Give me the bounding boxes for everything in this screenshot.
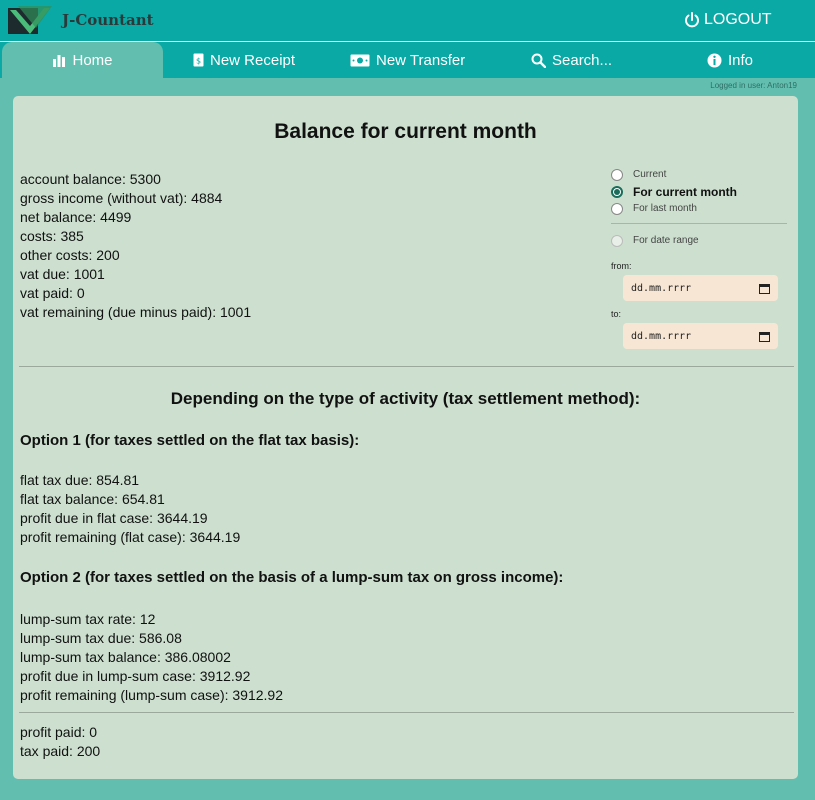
profit-due-lump-sum: profit due in lump-sum case: 3912.92 (20, 668, 251, 684)
profit-paid: profit paid: 0 (20, 724, 98, 740)
money-icon (350, 54, 370, 66)
tab-new-transfer-label: New Transfer (376, 51, 466, 69)
from-label: from: (611, 261, 632, 271)
stat-vat-remaining: vat remaining (due minus paid): 1001 (20, 304, 252, 320)
profit-remaining-flat: profit remaining (flat case): 3644.19 (20, 529, 241, 545)
stat-costs: costs: 385 (20, 228, 84, 244)
tab-new-receipt-label: New Receipt (210, 51, 296, 69)
radio-button[interactable] (611, 202, 623, 215)
logout-label: LOGOUT (704, 11, 772, 28)
top-bar: J-Countant LOGOUT (0, 0, 815, 42)
tab-info[interactable]: Info (707, 42, 753, 78)
option1-title: Option 1 (for taxes settled on the flat … (20, 432, 360, 449)
calendar-icon[interactable] (759, 283, 770, 294)
receipt-icon: $ (193, 53, 204, 67)
profit-remaining-lump-sum: profit remaining (lump-sum case): 3912.9… (20, 687, 284, 703)
radio-date-range[interactable]: For date range (611, 232, 787, 249)
option1-details: flat tax due: 854.81 flat tax balance: 6… (20, 471, 240, 547)
stat-vat-due: vat due: 1001 (20, 266, 105, 282)
lump-sum-due: lump-sum tax due: 586.08 (20, 630, 182, 646)
power-icon (685, 12, 699, 28)
to-date-input[interactable]: dd.mm.rrrr (623, 323, 778, 349)
nav-bar: Home $ New Receipt New Transfer Search..… (0, 42, 815, 78)
stat-gross-income: gross income (without vat): 4884 (20, 190, 223, 206)
from-date-placeholder: dd.mm.rrrr (631, 282, 692, 294)
logout-button[interactable]: LOGOUT (684, 11, 772, 29)
lump-sum-rate: lump-sum tax rate: 12 (20, 611, 156, 627)
logged-in-user: Logged in user: Anton19 (710, 81, 797, 90)
tab-home-label: Home (72, 51, 113, 69)
radio-last-month[interactable]: For last month (611, 200, 787, 217)
app-logo (8, 6, 52, 34)
to-date-placeholder: dd.mm.rrrr (631, 330, 692, 342)
section-divider (19, 366, 794, 367)
svg-text:$: $ (196, 57, 201, 66)
radio-current[interactable]: Current (611, 166, 787, 183)
period-selector: Current For current month For last month… (611, 166, 787, 349)
lump-sum-balance: lump-sum tax balance: 386.08002 (20, 649, 231, 665)
tax-paid: tax paid: 200 (20, 743, 101, 759)
calendar-icon[interactable] (759, 331, 770, 342)
stat-net-balance: net balance: 4499 (20, 209, 132, 225)
radio-label: For last month (633, 203, 697, 214)
stat-account-balance: account balance: 5300 (20, 171, 161, 187)
bar-chart-icon (53, 55, 66, 67)
page-title: Balance for current month (274, 120, 537, 143)
stat-vat-paid: vat paid: 0 (20, 285, 85, 301)
balance-stats: account balance: 5300 gross income (with… (20, 170, 251, 322)
flat-tax-due: flat tax due: 854.81 (20, 472, 140, 488)
divider (611, 223, 787, 224)
radio-button[interactable] (611, 234, 623, 247)
tab-search-label: Search... (552, 51, 613, 69)
section-divider (19, 712, 794, 713)
activity-title: Depending on the type of activity (tax s… (170, 389, 641, 408)
radio-label: For date range (633, 235, 699, 246)
tab-new-receipt[interactable]: $ New Receipt (193, 42, 295, 78)
profit-due-flat: profit due in flat case: 3644.19 (20, 510, 208, 526)
stat-other-costs: other costs: 200 (20, 247, 120, 263)
radio-label: For current month (633, 184, 737, 199)
app-title: J-Countant (62, 11, 154, 29)
option2-title: Option 2 (for taxes settled on the basis… (20, 569, 564, 586)
tab-new-transfer[interactable]: New Transfer (350, 42, 465, 78)
option2-details: lump-sum tax rate: 12 lump-sum tax due: … (20, 610, 283, 705)
flat-tax-balance: flat tax balance: 654.81 (20, 491, 165, 507)
tab-home[interactable]: Home (2, 42, 163, 78)
tab-search[interactable]: Search... (531, 42, 612, 78)
radio-button[interactable] (611, 185, 623, 198)
radio-current-month[interactable]: For current month (611, 183, 787, 200)
radio-label: Current (633, 169, 667, 180)
paid-summary: profit paid: 0 tax paid: 200 (20, 723, 100, 761)
radio-button[interactable] (611, 168, 623, 181)
info-icon (707, 53, 722, 67)
from-date-input[interactable]: dd.mm.rrrr (623, 275, 778, 301)
to-label: to: (611, 309, 622, 319)
tab-info-label: Info (728, 51, 754, 69)
search-icon (531, 53, 546, 68)
balance-panel: Balance for current month account balanc… (13, 96, 798, 779)
